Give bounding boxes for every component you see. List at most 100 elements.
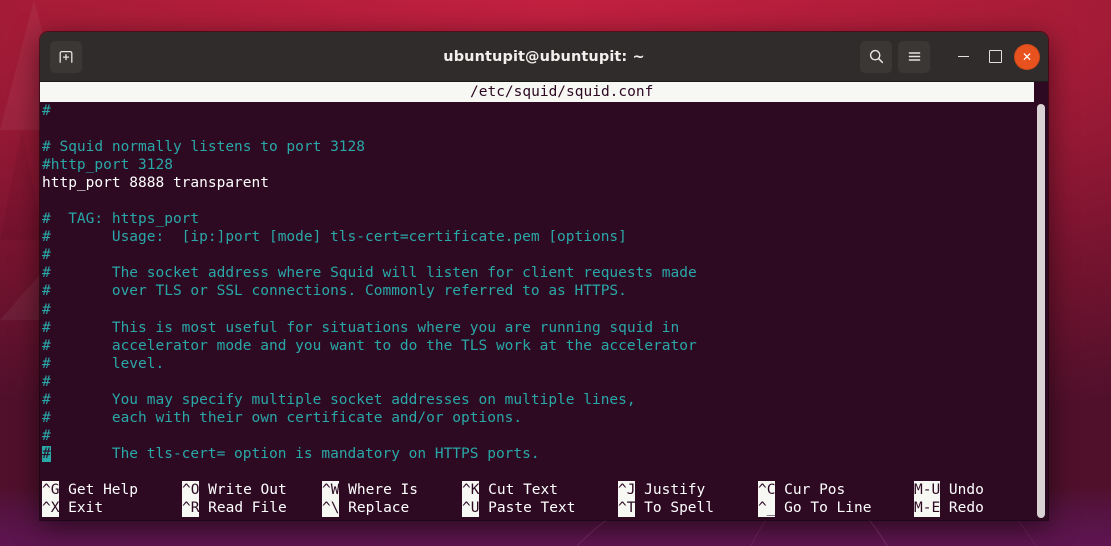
nano-shortcut-label: Redo bbox=[948, 499, 984, 516]
wallpaper-shape bbox=[0, 130, 44, 240]
nano-shortcut-key: M-U bbox=[914, 480, 941, 499]
nano-text-span: # accelerator mode and you want to do th… bbox=[42, 337, 697, 354]
nano-version-label: GNU nano 4.8 bbox=[112, 104, 218, 120]
nano-shortcut-label: Paste Text bbox=[488, 499, 576, 516]
nano-shortcut-key: ^X bbox=[42, 498, 60, 517]
nano-shortcut[interactable]: ^_ Go To Line bbox=[758, 498, 914, 517]
nano-shortcut-label: Cur Pos bbox=[784, 481, 846, 498]
nano-shortcut[interactable]: M-U Undo bbox=[914, 480, 1034, 499]
nano-title-bar: GNU nano 4.8 /etc/squid/squid.conf bbox=[40, 82, 1034, 120]
nano-shortcut-key: ^O bbox=[182, 480, 200, 499]
nano-shortcut-key: ^R bbox=[182, 498, 200, 517]
nano-text-line: # bbox=[42, 427, 1048, 445]
nano-shortcut[interactable]: ^C Cur Pos bbox=[758, 480, 914, 499]
terminal-title-bar[interactable]: ubuntupit@ubuntupit: ~ ✕ bbox=[40, 32, 1048, 82]
maximize-icon bbox=[988, 50, 1002, 63]
nano-text-line: # The tls-cert= option is mandatory on H… bbox=[42, 445, 1048, 463]
nano-text-span: # bbox=[42, 247, 51, 264]
nano-shortcut-key: ^G bbox=[42, 480, 60, 499]
close-icon: ✕ bbox=[1021, 49, 1033, 64]
nano-shortcut-label: Write Out bbox=[208, 481, 287, 498]
nano-text-span: # TAG: https_port bbox=[42, 211, 200, 228]
nano-shortcut[interactable]: ^W Where Is bbox=[322, 480, 462, 499]
nano-text-span: # bbox=[42, 427, 51, 444]
nano-text-line: # Squid normally listens to port 3128 bbox=[42, 138, 1048, 156]
nano-editor-content[interactable]: # # Squid normally listens to port 3128#… bbox=[40, 102, 1048, 463]
nano-shortcut-label: Get Help bbox=[68, 481, 138, 498]
nano-shortcut-key: ^K bbox=[462, 480, 480, 499]
nano-text-span: # bbox=[42, 301, 51, 318]
nano-shortcut[interactable]: ^J Justify bbox=[618, 480, 758, 499]
nano-shortcut-key: ^C bbox=[758, 480, 776, 499]
nano-shortcut-key: ^J bbox=[618, 480, 636, 499]
nano-text-line: # This is most useful for situations whe… bbox=[42, 319, 1048, 337]
terminal-scrollbar-thumb[interactable] bbox=[1037, 104, 1045, 518]
nano-text-line: # accelerator mode and you want to do th… bbox=[42, 337, 1048, 355]
terminal-window: ubuntupit@ubuntupit: ~ ✕ GNU nano 4.8 /e… bbox=[40, 32, 1048, 520]
nano-shortcut[interactable]: ^O Write Out bbox=[182, 480, 322, 499]
nano-text-span: # Usage: [ip:]port [mode] tls-cert=certi… bbox=[42, 229, 627, 246]
minimize-button[interactable] bbox=[950, 44, 976, 70]
terminal-body[interactable]: GNU nano 4.8 /etc/squid/squid.conf # # S… bbox=[40, 82, 1048, 520]
maximize-button[interactable] bbox=[982, 44, 1008, 70]
close-button[interactable]: ✕ bbox=[1014, 43, 1040, 70]
nano-help-bar: ^G Get Help ^O Write Out ^W Where Is ^K Cut Tex… bbox=[40, 480, 1034, 520]
nano-text-line: # bbox=[42, 373, 1048, 391]
search-icon[interactable] bbox=[860, 40, 892, 73]
nano-text-span: The tls-cert= option is mandatory on HTT… bbox=[50, 445, 540, 462]
nano-text-line: # The socket address where Squid will li… bbox=[42, 264, 1048, 282]
nano-shortcut[interactable]: ^K Cut Text bbox=[462, 480, 618, 499]
nano-shortcut[interactable]: ^U Paste Text bbox=[462, 498, 618, 517]
nano-text-span: # each with their own certificate and/or… bbox=[42, 409, 523, 426]
terminal-scrollbar[interactable] bbox=[1034, 102, 1047, 520]
nano-text-line: # TAG: https_port bbox=[42, 210, 1048, 228]
nano-shortcut[interactable]: M-E Redo bbox=[914, 498, 1034, 517]
nano-shortcut-key: ^_ bbox=[758, 498, 776, 517]
nano-help-row: ^X Exit ^R Read File ^\ Replace ^U Paste Text ^T… bbox=[40, 498, 1034, 517]
nano-shortcut[interactable]: ^T To Spell bbox=[618, 498, 758, 517]
nano-shortcut[interactable]: ^R Read File bbox=[182, 498, 322, 517]
nano-text-span: http_port 8888 transparent bbox=[42, 175, 269, 192]
nano-shortcut-label: Cut Text bbox=[488, 481, 558, 498]
nano-help-row: ^G Get Help ^O Write Out ^W Where Is ^K Cut Tex… bbox=[40, 480, 1034, 499]
nano-filename-label: /etc/squid/squid.conf bbox=[470, 84, 654, 100]
nano-shortcut-key: ^W bbox=[322, 480, 340, 499]
nano-text-line: # level. bbox=[42, 355, 1048, 373]
nano-text-line: # You may specify multiple socket addres… bbox=[42, 391, 1048, 409]
nano-shortcut-label: Replace bbox=[348, 499, 410, 516]
nano-text-line: # Usage: [ip:]port [mode] tls-cert=certi… bbox=[42, 228, 1048, 246]
nano-text-span: # level. bbox=[42, 355, 165, 372]
nano-shortcut[interactable]: ^X Exit bbox=[42, 498, 182, 517]
nano-text-line: # bbox=[42, 246, 1048, 264]
nano-text-span: # The socket address where Squid will li… bbox=[42, 265, 697, 282]
nano-shortcut-key: ^\ bbox=[322, 498, 340, 517]
nano-text-line: #http_port 3128 bbox=[42, 156, 1048, 174]
nano-text-line: # over TLS or SSL connections. Commonly … bbox=[42, 282, 1048, 300]
nano-text-span: # You may specify multiple socket addres… bbox=[42, 391, 636, 408]
nano-shortcut-label: To Spell bbox=[644, 499, 714, 516]
nano-text-line: # each with their own certificate and/or… bbox=[42, 409, 1048, 427]
nano-text-line bbox=[42, 120, 1048, 138]
nano-shortcut-label: Go To Line bbox=[784, 499, 872, 516]
nano-shortcut-label: Justify bbox=[644, 481, 706, 498]
nano-text-line: http_port 8888 transparent bbox=[42, 174, 1048, 192]
nano-text-line: # bbox=[42, 301, 1048, 319]
window-controls: ✕ bbox=[860, 40, 1040, 73]
text-cursor: # bbox=[42, 445, 51, 462]
nano-text-span: # over TLS or SSL connections. Commonly … bbox=[42, 283, 627, 300]
nano-shortcut-key: ^U bbox=[462, 498, 480, 517]
nano-shortcut-label: Exit bbox=[68, 499, 104, 516]
minimize-icon bbox=[957, 55, 969, 58]
new-tab-icon[interactable] bbox=[50, 40, 82, 73]
nano-shortcut-label: Read File bbox=[208, 499, 287, 516]
nano-shortcut[interactable]: ^\ Replace bbox=[322, 498, 462, 517]
nano-shortcut-label: Where Is bbox=[348, 481, 418, 498]
nano-text-span: # bbox=[42, 373, 51, 390]
nano-text-line bbox=[42, 192, 1048, 210]
nano-shortcut-key: M-E bbox=[914, 498, 941, 517]
hamburger-menu-icon[interactable] bbox=[898, 40, 930, 73]
nano-shortcut-label: Undo bbox=[948, 481, 984, 498]
nano-shortcut[interactable]: ^G Get Help bbox=[42, 480, 182, 499]
nano-text-span: # This is most useful for situations whe… bbox=[42, 319, 680, 336]
nano-shortcut-key: ^T bbox=[618, 498, 636, 517]
